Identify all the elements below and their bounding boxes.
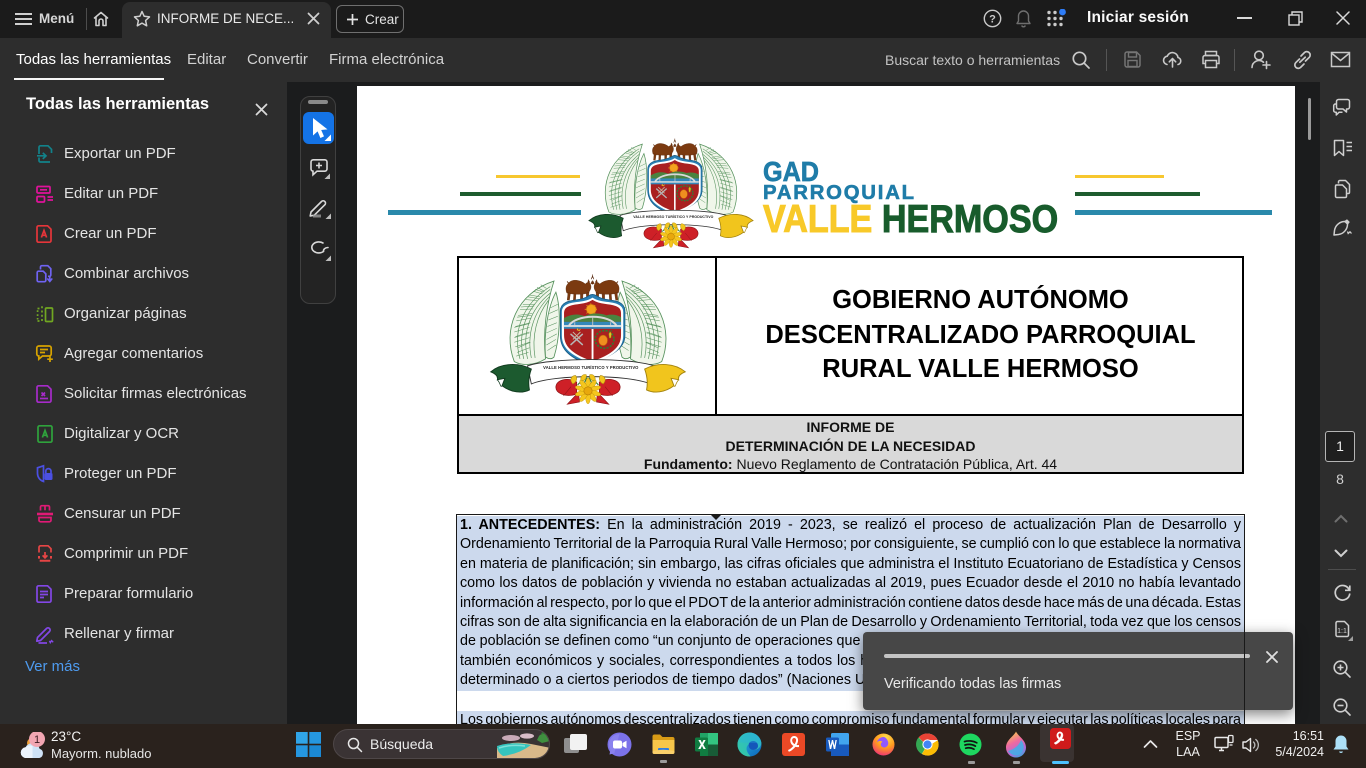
svg-text:1: 1 <box>34 734 40 746</box>
svg-text:?: ? <box>989 13 996 25</box>
svg-text:1:1: 1:1 <box>1337 628 1347 635</box>
